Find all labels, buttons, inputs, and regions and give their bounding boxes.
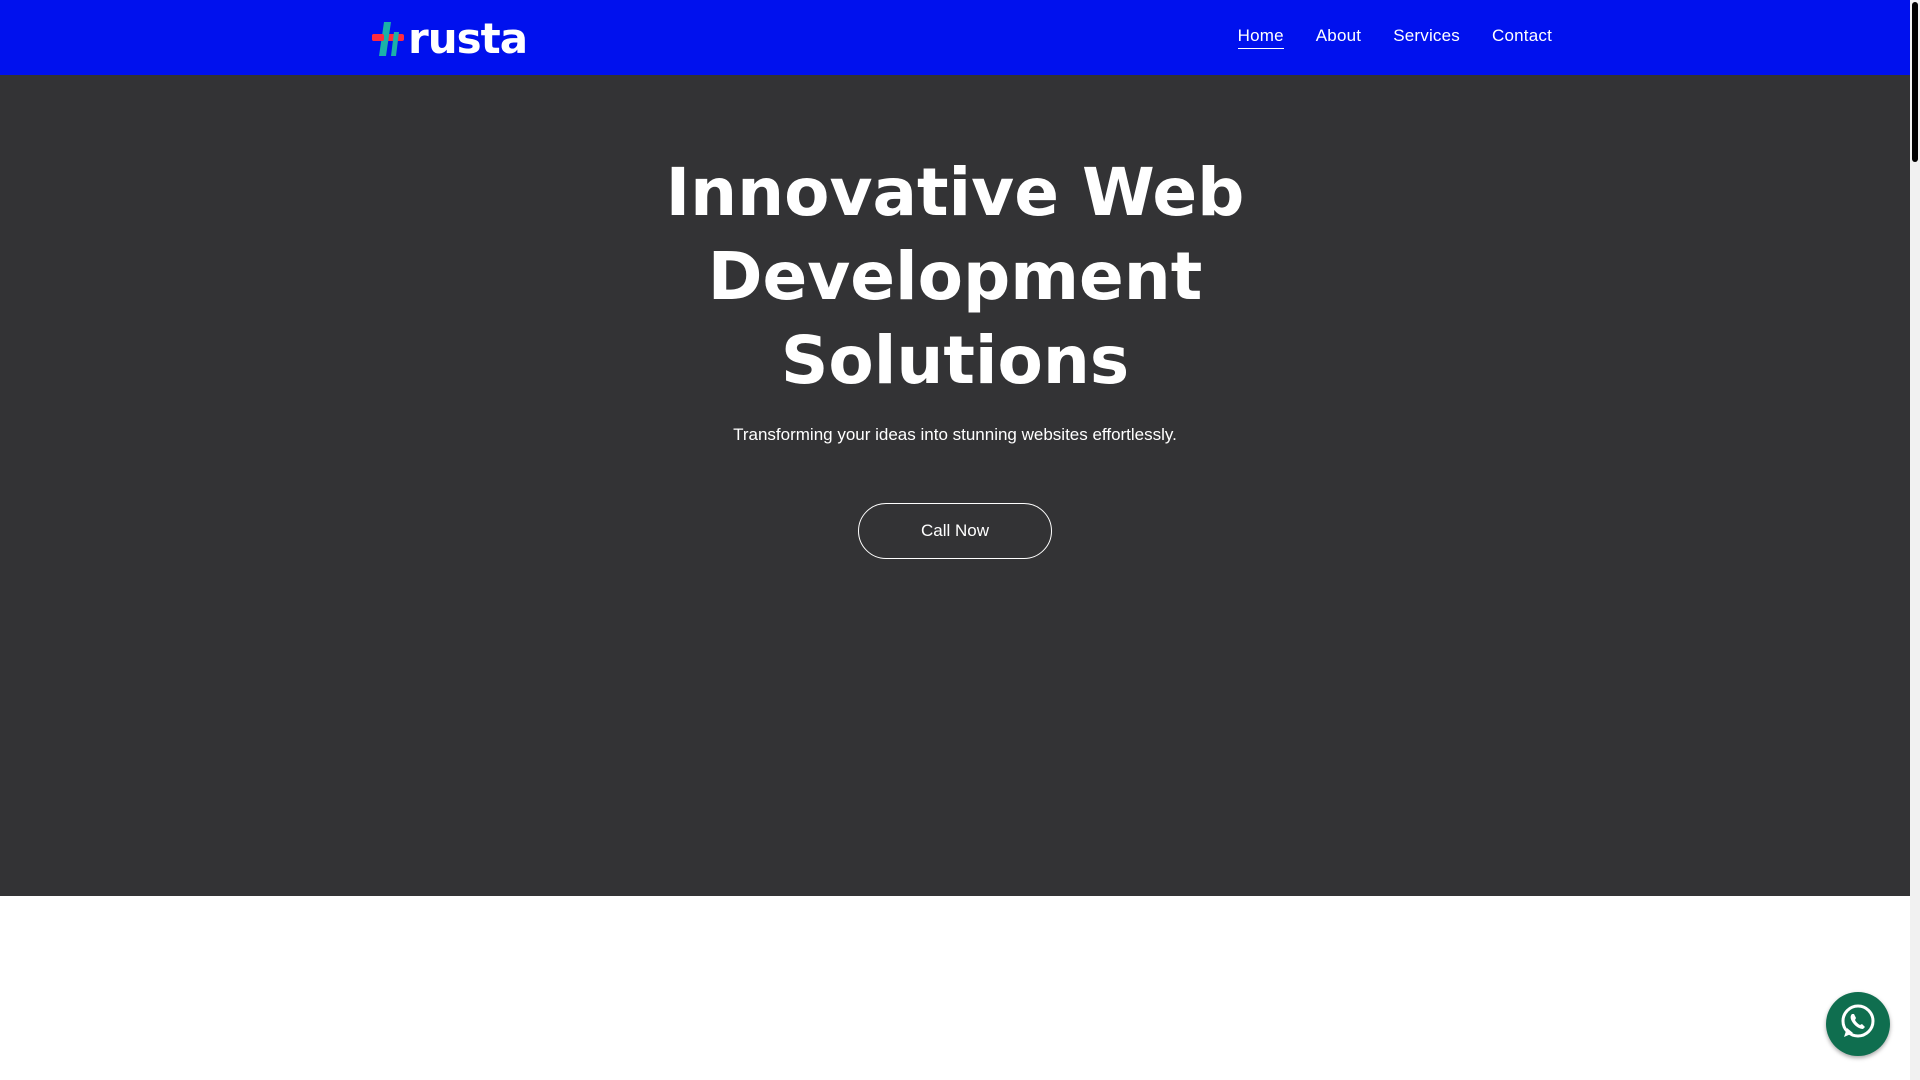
content-section bbox=[0, 896, 1910, 1080]
main-navigation: Home About Services Contact bbox=[1237, 0, 1552, 75]
nav-link-contact[interactable]: Contact bbox=[1492, 26, 1552, 49]
cross-logo-icon bbox=[372, 18, 406, 60]
brand-logo-link[interactable]: rusta bbox=[372, 18, 528, 60]
scrollbar-thumb[interactable] bbox=[1912, 2, 1918, 162]
hero-title: Innovative Web Development Solutions bbox=[0, 151, 1910, 403]
nav-link-home[interactable]: Home bbox=[1237, 26, 1284, 49]
call-now-button[interactable]: Call Now bbox=[858, 503, 1052, 559]
nav-link-services[interactable]: Services bbox=[1393, 26, 1460, 49]
hero-title-line: Innovative Web bbox=[665, 154, 1245, 231]
hero-title-line: Development bbox=[707, 238, 1203, 315]
hero-title-line: Solutions bbox=[780, 322, 1130, 399]
whatsapp-icon bbox=[1837, 1001, 1879, 1048]
whatsapp-chat-button[interactable] bbox=[1826, 992, 1890, 1056]
page-viewport: rusta Home About Services Contact Innova… bbox=[0, 0, 1920, 1080]
page-scrollbar[interactable] bbox=[1910, 0, 1920, 1080]
brand-wordmark: rusta bbox=[408, 14, 528, 63]
hero-section: Innovative Web Development Solutions Tra… bbox=[0, 75, 1910, 896]
top-navbar: rusta Home About Services Contact bbox=[0, 0, 1910, 75]
hero-subtitle: Transforming your ideas into stunning we… bbox=[733, 425, 1177, 444]
nav-link-about[interactable]: About bbox=[1316, 26, 1361, 49]
